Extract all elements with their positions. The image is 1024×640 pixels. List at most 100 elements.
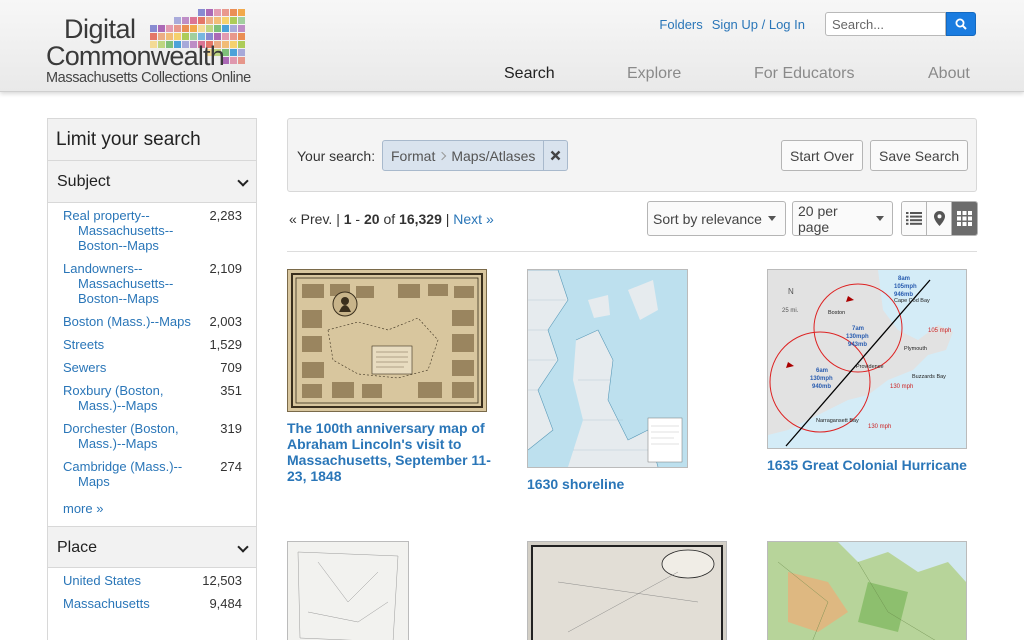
obs-pressure: 946mb	[894, 292, 913, 298]
result-thumbnail[interactable]	[287, 541, 409, 640]
logo-mosaic-tile	[238, 57, 245, 64]
save-search-button[interactable]: Save Search	[870, 140, 969, 171]
site-header: Digital Commonwealth Massachusetts Colle…	[0, 0, 1024, 92]
logo-mosaic-tile	[158, 25, 165, 32]
logo-mosaic-tile	[166, 33, 173, 40]
facet-link[interactable]: United States	[63, 573, 191, 588]
facet-link[interactable]: Landowners--Massachusetts--Boston--Maps	[63, 261, 191, 306]
facet-subject-toggle[interactable]: Subject	[48, 161, 256, 203]
logo-mosaic-tile	[230, 9, 237, 16]
result-thumbnail[interactable]	[767, 541, 967, 640]
next-link[interactable]: Next »	[453, 211, 493, 227]
facet-link[interactable]: Dorchester (Boston, Mass.)--Maps	[63, 421, 191, 451]
start-over-button[interactable]: Start Over	[781, 140, 863, 171]
search-input[interactable]	[825, 12, 946, 36]
folders-link[interactable]: Folders	[659, 17, 702, 32]
facet-link[interactable]: Massachusetts	[63, 596, 191, 611]
logo-mosaic-tile	[206, 33, 213, 40]
result-item	[527, 541, 727, 640]
topo-map-thumbnail	[768, 542, 966, 640]
result-thumbnail[interactable]: N 25 mi. Boston Plymouth Providence Narr…	[767, 269, 967, 449]
sort-label: Sort by relevance	[653, 210, 762, 227]
facet-count: 319	[220, 421, 242, 436]
sidebar-title: Limit your search	[48, 119, 256, 161]
caret-down-icon	[767, 216, 776, 221]
lincoln-map-thumbnail	[291, 273, 483, 408]
header-search	[825, 12, 976, 36]
facet-item: Dorchester (Boston, Mass.)--Maps 319	[63, 421, 242, 451]
map-marker-icon	[933, 211, 945, 226]
nav-explore[interactable]: Explore	[627, 65, 681, 83]
logo-mosaic-tile	[198, 33, 205, 40]
facet-link[interactable]: Cambridge (Mass.)--Maps	[63, 459, 191, 489]
your-search-label: Your search:	[297, 148, 376, 164]
facet-link[interactable]: Real property--Massachusetts--Boston--Ma…	[63, 208, 191, 253]
logo-mosaic-tile	[230, 57, 237, 64]
logo-mosaic-tile	[230, 25, 237, 32]
nav-search[interactable]: Search	[504, 65, 555, 83]
logo-mosaic-tile	[182, 25, 189, 32]
list-view-button[interactable]	[902, 202, 927, 235]
page-start: 1	[343, 211, 352, 227]
facet-link[interactable]: Sewers	[63, 360, 191, 375]
search-button[interactable]	[946, 12, 976, 36]
logo-mosaic-tile	[230, 33, 237, 40]
facet-link[interactable]: Streets	[63, 337, 191, 352]
facet-link[interactable]: Boston (Mass.)--Maps	[63, 314, 191, 329]
result-title-link[interactable]: 1635 Great Colonial Hurricane	[767, 457, 977, 473]
facet-item: Massachusetts 9,484	[63, 596, 242, 611]
result-item: The 100th anniversary map of Abraham Lin…	[287, 269, 497, 484]
logo-mosaic-tile	[206, 9, 213, 16]
facet-more-link[interactable]: more »	[63, 501, 103, 516]
logo-mosaic-tile	[230, 17, 237, 24]
caret-down-icon	[876, 216, 884, 221]
nav-about[interactable]: About	[928, 65, 970, 83]
result-thumbnail[interactable]	[287, 269, 487, 412]
per-page-label: 20 per page	[798, 202, 838, 235]
per-page-dropdown[interactable]: 20 per page	[792, 201, 893, 236]
logo-mosaic-tile	[222, 9, 229, 16]
facet-link[interactable]: Roxbury (Boston, Mass.)--Maps	[63, 383, 191, 413]
facet-count: 12,503	[202, 573, 242, 588]
logo-mosaic-tile	[222, 17, 229, 24]
map-view-button[interactable]	[927, 202, 952, 235]
grid-icon	[957, 211, 972, 226]
speed-label: 130 mph	[868, 424, 891, 430]
shoreline-map-thumbnail	[528, 270, 687, 467]
facet-item: Cambridge (Mass.)--Maps 274	[63, 459, 242, 489]
sort-dropdown[interactable]: Sort by relevance	[647, 201, 786, 236]
obs-time: 8am	[898, 276, 910, 282]
result-item: N 25 mi. Boston Plymouth Providence Narr…	[767, 269, 977, 473]
map-sketch-thumbnail	[297, 551, 399, 640]
result-thumbnail[interactable]	[527, 269, 688, 468]
obs-speed: 130mph	[810, 376, 833, 382]
logo-mosaic-tile	[238, 41, 245, 48]
logo-mosaic-tile	[238, 9, 245, 16]
prev-link: « Prev.	[289, 211, 333, 227]
facet-sidebar: Limit your search Subject Real property-…	[47, 118, 257, 640]
chevron-right-icon	[438, 151, 447, 160]
survey-map-thumbnail	[528, 542, 726, 640]
logo-mosaic-tile	[222, 33, 229, 40]
result-title-link[interactable]: 1630 shoreline	[527, 476, 727, 492]
logo-mosaic-tile	[206, 25, 213, 32]
facet-count: 2,003	[209, 314, 242, 329]
result-item: 1630 shoreline	[527, 269, 727, 492]
logo-mosaic-tile	[238, 49, 245, 56]
logo-mosaic-tile	[222, 25, 229, 32]
filter-chip-label: Format Maps/Atlases	[382, 140, 545, 171]
nav-for-educators[interactable]: For Educators	[754, 65, 854, 83]
chevron-down-icon	[237, 541, 249, 553]
facet-place-toggle[interactable]: Place	[48, 526, 256, 568]
result-thumbnail[interactable]	[527, 541, 727, 640]
speed-label: 105 mph	[928, 328, 951, 334]
gallery-view-button[interactable]	[952, 202, 977, 235]
facet-count: 2,109	[209, 261, 242, 276]
facet-count: 709	[220, 360, 242, 375]
filter-chip: Format Maps/Atlases	[382, 140, 569, 171]
remove-filter-button[interactable]	[544, 140, 569, 171]
facet-subject-heading: Subject	[57, 173, 111, 190]
logo-mosaic-tile	[190, 25, 197, 32]
result-title-link[interactable]: The 100th anniversary map of Abraham Lin…	[287, 420, 497, 484]
signup-login-link[interactable]: Sign Up / Log In	[712, 17, 805, 32]
